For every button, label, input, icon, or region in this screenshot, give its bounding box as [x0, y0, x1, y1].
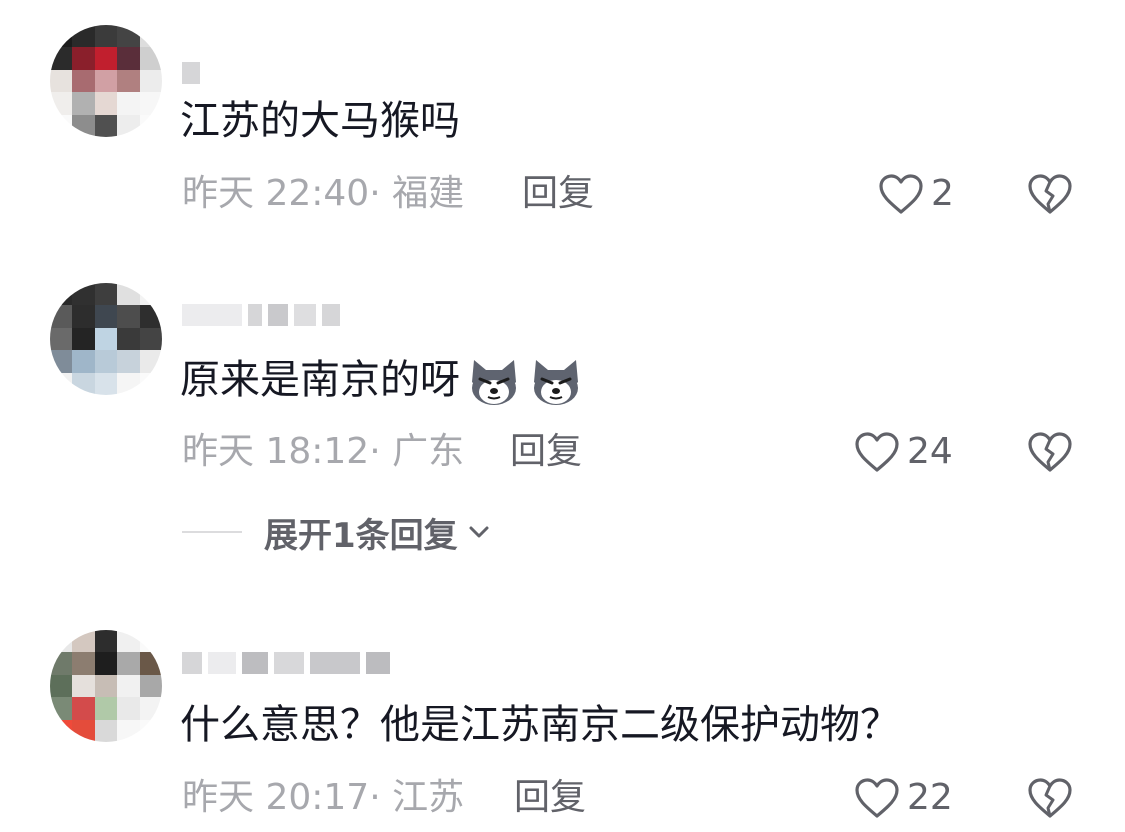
avatar[interactable] [50, 25, 162, 137]
comment-text: 江苏的大马猴吗 [180, 98, 460, 144]
chevron-down-icon [469, 526, 489, 538]
comment-location: · 江苏 [369, 777, 465, 818]
comment-text: 原来是南京的呀 [180, 352, 584, 408]
dislike-button[interactable] [1026, 172, 1074, 216]
like-count: 22 [907, 777, 953, 818]
comment-text-content: 原来是南京的呀 [180, 357, 460, 403]
broken-heart-icon [1028, 778, 1072, 818]
divider-line [182, 531, 242, 533]
comment-time: 昨天 22:40 [182, 173, 370, 214]
dislike-button[interactable] [1026, 776, 1074, 820]
comment-meta: 昨天 20:17· 江苏 [182, 776, 464, 820]
comment-meta: 昨天 22:40· 福建 [182, 172, 464, 216]
husky-emoji [472, 360, 516, 405]
reply-button[interactable]: 回复 [514, 776, 586, 820]
like-button[interactable]: 24 [853, 430, 953, 474]
username-blurred[interactable] [182, 300, 340, 330]
heart-outline-icon [879, 174, 923, 214]
comment-location: · 福建 [369, 173, 465, 214]
username-blurred[interactable] [182, 58, 200, 88]
dislike-button[interactable] [1026, 430, 1074, 474]
comment-time: 昨天 18:12 [182, 431, 370, 472]
broken-heart-icon [1028, 174, 1072, 214]
like-button[interactable]: 22 [853, 776, 953, 820]
heart-outline-icon [855, 432, 899, 472]
reply-button[interactable]: 回复 [522, 172, 594, 216]
like-count: 24 [907, 431, 953, 472]
avatar[interactable] [50, 283, 162, 395]
broken-heart-icon [1028, 432, 1072, 472]
comment-text: 什么意思？他是江苏南京二级保护动物？ [180, 702, 900, 748]
expand-replies-label: 展开1条回复 [264, 515, 458, 556]
like-count: 2 [931, 173, 954, 214]
husky-emoji [534, 360, 578, 405]
username-blurred[interactable] [182, 648, 390, 678]
heart-outline-icon [855, 778, 899, 818]
reply-button[interactable]: 回复 [510, 430, 582, 474]
avatar[interactable] [50, 630, 162, 742]
expand-replies-button[interactable]: 展开1条回复 [182, 510, 492, 556]
comment-meta: 昨天 18:12· 广东 [182, 430, 464, 474]
comment-location: · 广东 [369, 431, 465, 472]
like-button[interactable]: 2 [877, 172, 954, 216]
comment-time: 昨天 20:17 [182, 777, 370, 818]
